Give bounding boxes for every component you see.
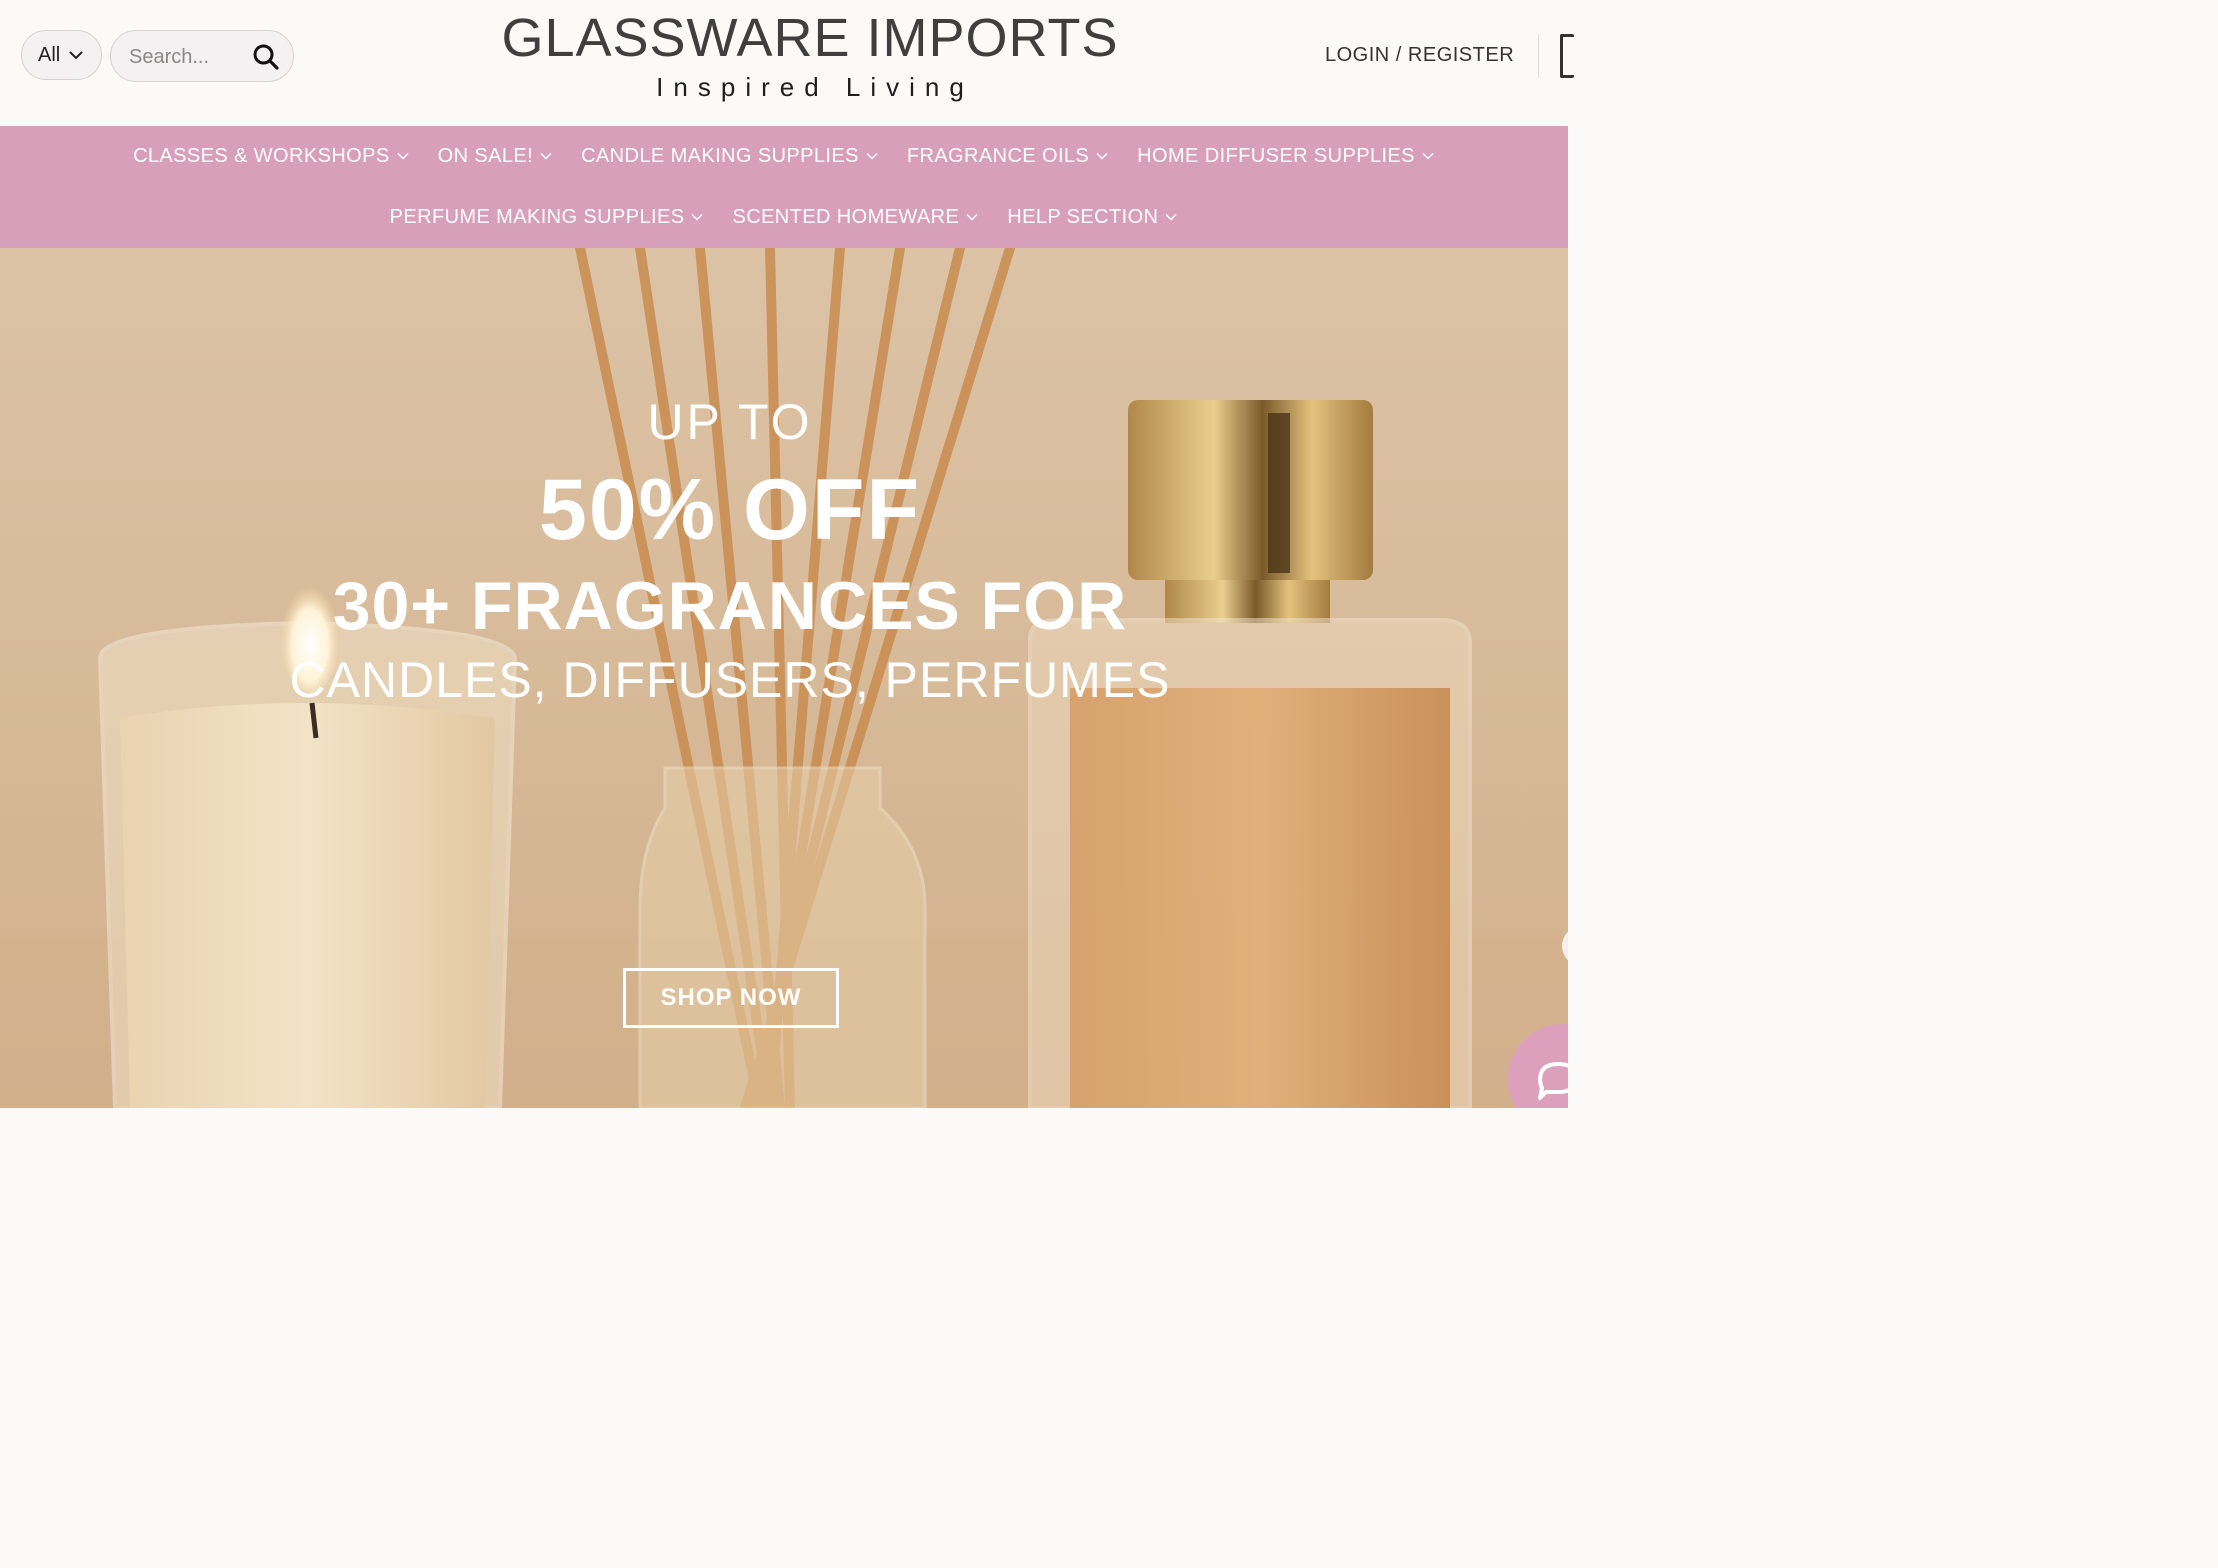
chevron-down-icon — [1422, 152, 1434, 160]
nav-item-label: SCENTED HOMEWARE — [732, 205, 960, 228]
category-select[interactable]: All — [21, 30, 102, 80]
chevron-down-icon — [1096, 152, 1108, 160]
site-logo[interactable]: GLASSWARE IMPORTS Inspired Living — [480, 6, 1140, 102]
hero-line-fragrances: 30+ FRAGRANCES FOR — [332, 568, 1128, 644]
nav-row-2: PERFUME MAKING SUPPLIES SCENTED HOMEWARE… — [0, 203, 1568, 231]
hero-line-discount: 50% OFF — [539, 462, 921, 558]
logo-title: GLASSWARE IMPORTS — [501, 8, 1119, 68]
nav-item-on-sale[interactable]: ON SALE! — [438, 142, 553, 170]
header-divider — [1538, 34, 1539, 78]
site-header: All GLASSWARE IMPORTS Inspired Living LO… — [0, 0, 1574, 126]
shop-now-button[interactable]: SHOP NOW — [623, 968, 839, 1028]
hero-line-categories: CANDLES, DIFFUSERS, PERFUMES — [289, 652, 1171, 708]
hero-banner: UP TO 50% OFF 30+ FRAGRANCES FOR CANDLES… — [0, 248, 1568, 1108]
chevron-down-icon — [540, 152, 552, 160]
nav-item-label: HOME DIFFUSER SUPPLIES — [1137, 144, 1415, 167]
chevron-down-icon — [691, 213, 703, 221]
nav-item-label: CLASSES & WORKSHOPS — [133, 144, 390, 167]
login-register-link[interactable]: LOGIN / REGISTER — [1325, 44, 1514, 67]
main-nav: CLASSES & WORKSHOPS ON SALE! CANDLE MAKI… — [0, 126, 1568, 248]
category-select-value: All — [38, 43, 61, 66]
nav-item-classes-workshops[interactable]: CLASSES & WORKSHOPS — [133, 142, 410, 170]
chevron-down-icon — [866, 152, 878, 160]
nav-item-label: ON SALE! — [437, 144, 534, 167]
nav-item-home-diffuser-supplies[interactable]: HOME DIFFUSER SUPPLIES — [1137, 142, 1435, 170]
nav-row-1: CLASSES & WORKSHOPS ON SALE! CANDLE MAKI… — [0, 142, 1568, 170]
nav-item-candle-making-supplies[interactable]: CANDLE MAKING SUPPLIES — [581, 142, 879, 170]
cart-icon[interactable] — [1560, 34, 1574, 78]
search-input[interactable] — [127, 43, 251, 71]
chat-icon — [1538, 1062, 1568, 1100]
hero-line-up-to: UP TO — [647, 394, 813, 450]
nav-item-perfume-making-supplies[interactable]: PERFUME MAKING SUPPLIES — [390, 203, 705, 231]
logo-tagline: Inspired Living — [656, 72, 974, 102]
nav-item-label: PERFUME MAKING SUPPLIES — [389, 205, 685, 228]
nav-item-help-section[interactable]: HELP SECTION — [1007, 203, 1178, 231]
nav-item-scented-homeware[interactable]: SCENTED HOMEWARE — [732, 203, 979, 231]
chevron-down-icon — [397, 152, 409, 160]
nav-item-label: HELP SECTION — [1007, 205, 1159, 228]
nav-item-label: FRAGRANCE OILS — [906, 144, 1090, 167]
search-icon[interactable] — [251, 42, 281, 72]
search-box — [110, 30, 294, 82]
nav-item-fragrance-oils[interactable]: FRAGRANCE OILS — [907, 142, 1109, 170]
chevron-down-icon — [966, 213, 978, 221]
chevron-down-icon — [69, 51, 83, 60]
nav-item-label: CANDLE MAKING SUPPLIES — [581, 144, 859, 167]
chevron-down-icon — [1165, 213, 1177, 221]
